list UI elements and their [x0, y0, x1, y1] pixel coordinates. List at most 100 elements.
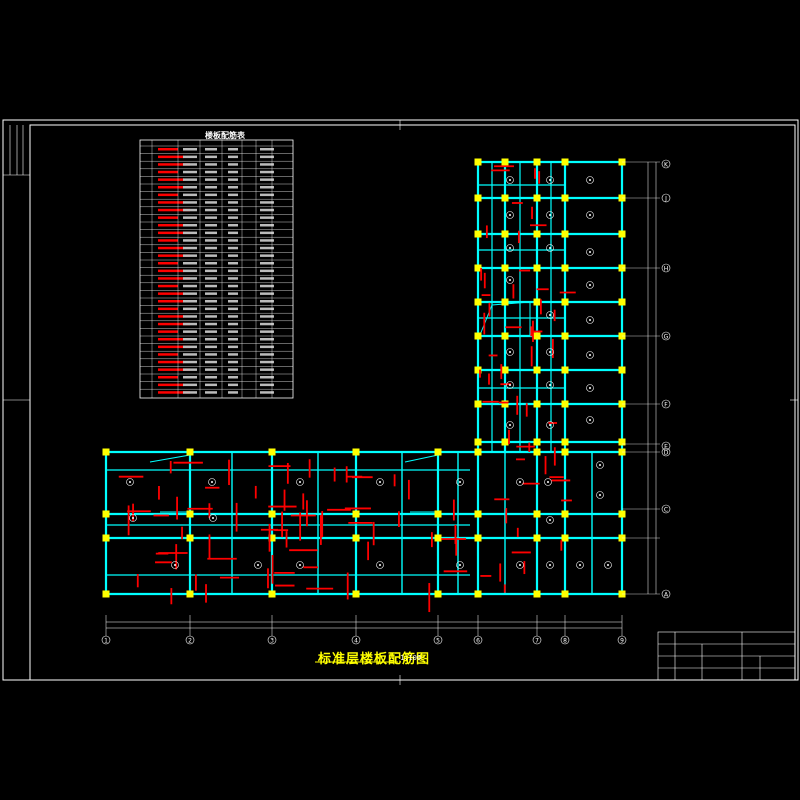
svg-text:4: 4: [354, 638, 358, 645]
column: [186, 448, 194, 456]
column: [561, 448, 569, 456]
column: [474, 400, 482, 408]
slab-mark: [516, 478, 524, 486]
center-marks: [3, 120, 798, 685]
slab-mark: [506, 176, 514, 184]
outer-frame: [2, 119, 799, 681]
column: [186, 510, 194, 518]
column: [618, 438, 626, 446]
slab-mark: [209, 514, 217, 522]
slab-mark: [544, 478, 552, 486]
slab-mark: [376, 561, 384, 569]
axis-bubble: D: [661, 447, 671, 457]
column: [434, 534, 442, 542]
column: [561, 510, 569, 518]
slab-mark: [506, 421, 514, 429]
column: [474, 158, 482, 166]
slab-mark: [126, 478, 134, 486]
column: [561, 534, 569, 542]
column: [474, 298, 482, 306]
cad-drawing-canvas: 123456789 KJHGFEDCA: [2, 119, 799, 685]
svg-text:3: 3: [270, 638, 274, 645]
slab-mark: [516, 561, 524, 569]
column: [474, 438, 482, 446]
column: [268, 510, 276, 518]
column: [561, 438, 569, 446]
axis-bubble: H: [661, 263, 671, 273]
svg-text:2: 2: [188, 638, 192, 645]
column: [102, 448, 110, 456]
axis-bubbles-bottom: 1 2 3 4 5 6 7 8 9: [101, 634, 627, 645]
slab-mark: [586, 416, 594, 424]
axis-bubble: 2: [185, 635, 195, 645]
column: [618, 510, 626, 518]
column: [533, 448, 541, 456]
column: [533, 510, 541, 518]
slab-mark: [254, 561, 262, 569]
column: [352, 534, 360, 542]
column: [501, 438, 509, 446]
column: [533, 534, 541, 542]
slab-mark: [506, 348, 514, 356]
slab-mark: [506, 211, 514, 219]
slab-mark: [546, 516, 554, 524]
column: [474, 510, 482, 518]
axis-bubble: 3: [267, 635, 277, 645]
slab-mark: [586, 211, 594, 219]
column: [618, 230, 626, 238]
column: [501, 230, 509, 238]
column: [561, 194, 569, 202]
slab-mark: [208, 478, 216, 486]
column: [561, 158, 569, 166]
column: [186, 534, 194, 542]
svg-text:G: G: [664, 334, 669, 341]
column: [561, 230, 569, 238]
svg-text:D: D: [664, 450, 669, 457]
column: [501, 366, 509, 374]
column: [561, 366, 569, 374]
slab-mark: [546, 211, 554, 219]
axis-bubble: J: [661, 193, 671, 203]
column: [474, 448, 482, 456]
axis-bubble: A: [661, 589, 671, 599]
column: [268, 448, 276, 456]
column: [561, 298, 569, 306]
rebar-legend-table: [139, 139, 294, 399]
column: [501, 298, 509, 306]
slab-mark: [586, 281, 594, 289]
binding-strip: [3, 125, 30, 176]
column: [352, 448, 360, 456]
svg-text:1: 1: [104, 638, 108, 645]
slab-mark: [576, 561, 584, 569]
axis-bubble: 9: [617, 635, 627, 645]
column: [474, 534, 482, 542]
slab-mark: [546, 561, 554, 569]
column: [102, 510, 110, 518]
column: [501, 194, 509, 202]
slab-mark: [604, 561, 612, 569]
column: [352, 590, 360, 598]
column: [533, 158, 541, 166]
column: [533, 264, 541, 272]
column: [352, 510, 360, 518]
column: [561, 264, 569, 272]
inner-frame: [29, 124, 796, 681]
axis-bubbles-right: KJHGFEDCA: [661, 159, 671, 599]
column: [618, 298, 626, 306]
svg-text:5: 5: [436, 638, 440, 645]
axis-bubble: 6: [473, 635, 483, 645]
column: [102, 534, 110, 542]
column: [533, 332, 541, 340]
column: [533, 194, 541, 202]
axis-bubble: 1: [101, 635, 111, 645]
column: [533, 590, 541, 598]
plan-scale: 1:100: [400, 654, 422, 662]
slab-mark: [586, 351, 594, 359]
slab-mark: [586, 176, 594, 184]
svg-text:8: 8: [563, 638, 567, 645]
column: [501, 400, 509, 408]
axis-bubble: 5: [433, 635, 443, 645]
axis-bubble: 8: [560, 635, 570, 645]
column: [501, 332, 509, 340]
column: [186, 590, 194, 598]
